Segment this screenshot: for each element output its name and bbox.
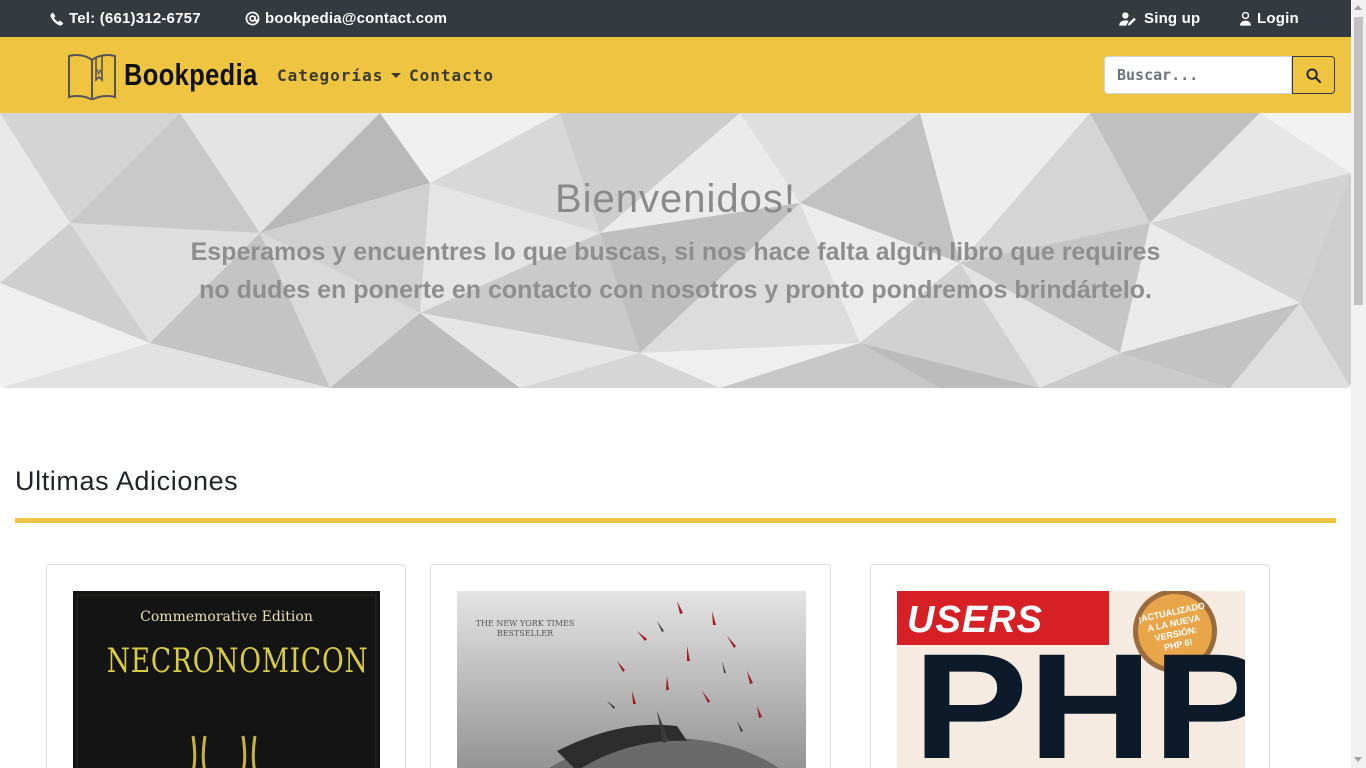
hero-subtitle: Esperamos y encuentres lo que buscas, si… [170,233,1181,309]
cover-title-text: NECRONOMICON [106,641,369,681]
page-scrollbar[interactable] [1351,0,1366,768]
cover-edition-text: Commemorative Edition [140,609,313,625]
book-cover-image[interactable]: THE NEW YORK TIMES BESTSELLER [457,591,806,768]
signup-link[interactable]: Sing up [1119,0,1200,37]
contact-link[interactable]: Contacto [409,37,494,113]
scroll-up-icon[interactable] [1354,5,1362,10]
phone-icon [50,12,64,26]
search-input[interactable] [1104,56,1292,94]
section-divider [15,518,1336,523]
search-button[interactable] [1292,56,1335,94]
cover-publisher-text: THE NEW YORK TIMES [475,619,575,628]
user-icon [1240,11,1251,26]
main-navbar: Bookpedia Categorías Contacto [0,37,1351,113]
login-label: Login [1257,10,1299,27]
search-icon [1306,67,1321,83]
brand-name: Bookpedia [124,57,258,92]
phone-text: Tel: (661)312-6757 [69,10,201,27]
bestseller-cover-art [457,591,806,768]
book-card[interactable]: Commemorative Edition NECRONOMICON [46,564,406,768]
hero-subtitle-line-2: no dudes en ponerte en contacto con noso… [199,276,1152,304]
phone-info: Tel: (661)312-6757 [50,0,201,37]
email-info: bookpedia@contact.com [245,0,447,37]
section-title: Ultimas Adiciones [15,466,239,496]
categories-label: Categorías [277,65,384,85]
scrollbar-thumb[interactable] [1354,17,1363,305]
hero-title: Bienvenidos! [554,177,797,221]
contact-label: Contacto [409,65,495,85]
login-link[interactable]: Login [1239,0,1299,37]
categories-dropdown[interactable]: Categorías [277,37,402,113]
user-edit-icon [1119,11,1136,26]
book-card[interactable]: THE NEW YORK TIMES BESTSELLER [430,564,831,768]
cover-title-text: PHP [913,622,1245,768]
book-cover-image[interactable]: USERS PHP ¡ACTUALIZADO A LA NUEVA VERSIÓ… [897,591,1245,768]
signup-label: Sing up [1144,10,1201,27]
cover-bestseller-text: BESTSELLER [496,629,554,638]
hero-subtitle-line-1: Esperamos y encuentres lo que buscas, si… [190,238,1161,266]
brand-link[interactable]: Bookpedia [66,50,287,100]
scroll-down-icon[interactable] [1354,757,1362,762]
contact-topbar: Tel: (661)312-6757 bookpedia@contact.com… [0,0,1351,37]
book-card[interactable]: USERS PHP ¡ACTUALIZADO A LA NUEVA VERSIÓ… [870,564,1270,768]
open-book-icon [68,54,116,100]
caret-down-icon [391,72,402,78]
welcome-hero: Bienvenidos! Esperamos y encuentres lo q… [0,113,1351,388]
book-cover-image[interactable]: Commemorative Edition NECRONOMICON [73,591,380,768]
at-icon [245,11,260,26]
email-text: bookpedia@contact.com [265,10,448,27]
